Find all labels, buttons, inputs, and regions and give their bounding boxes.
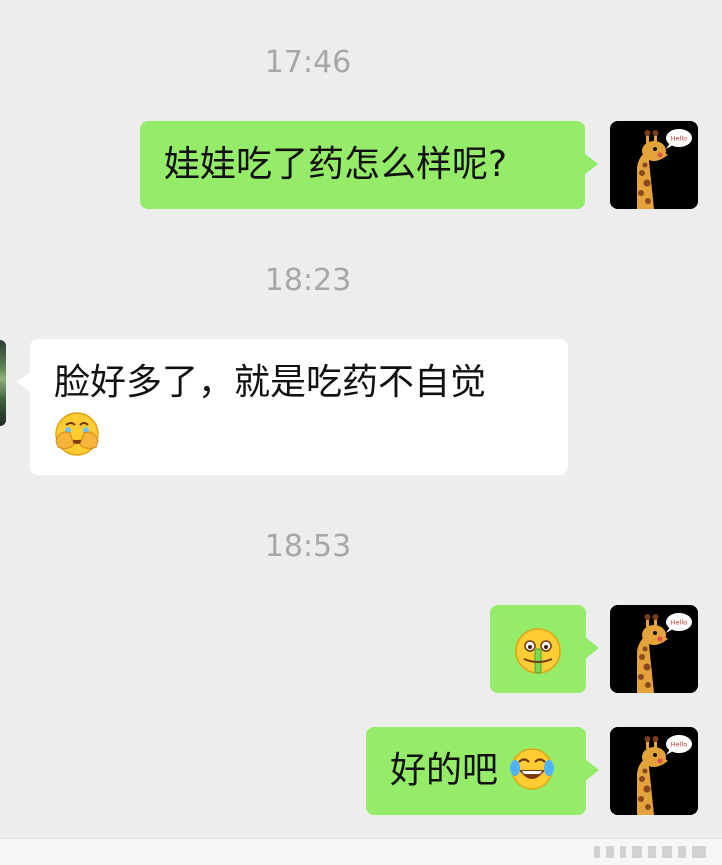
timestamp: 17:46 [264,45,352,80]
timestamp: 18:23 [264,263,352,298]
message-bubble-sent[interactable]: 好的吧 [366,727,599,815]
message-bubble-sent[interactable] [490,605,599,693]
message-bubble-received[interactable]: 脸好多了，就是吃药不自觉 [17,339,568,475]
user-avatar[interactable]: Hello [610,605,698,693]
user-avatar[interactable]: Hello [610,727,698,815]
avatar-bubble-text: Hello [671,741,687,749]
user-avatar[interactable]: Hello [610,121,698,209]
zipper-mouth-emoji [515,628,561,674]
chat-view: 17:46 娃娃吃了药怎么样呢? Hello 18:23 脸好多了，就是吃药不自… [0,0,722,865]
timestamp: 18:53 [264,529,352,564]
contact-avatar[interactable] [0,340,6,426]
avatar-bubble-text: Hello [671,619,687,627]
watermark-icon [594,846,706,858]
giraffe-avatar-icon: Hello [610,121,698,209]
message-text: 脸好多了，就是吃药不自觉 [54,362,487,403]
message-text: 娃娃吃了药怎么样呢? [164,144,508,185]
message-bubble-sent[interactable]: 娃娃吃了药怎么样呢? [140,121,598,209]
bottom-bar [0,838,722,865]
giraffe-avatar-icon: Hello [610,605,698,693]
giraffe-avatar-icon: Hello [610,727,698,815]
facepalm-laugh-emoji [55,412,99,456]
avatar-bubble-text: Hello [671,135,687,143]
message-text: 好的吧 [390,750,499,791]
tears-of-joy-emoji [510,748,555,790]
